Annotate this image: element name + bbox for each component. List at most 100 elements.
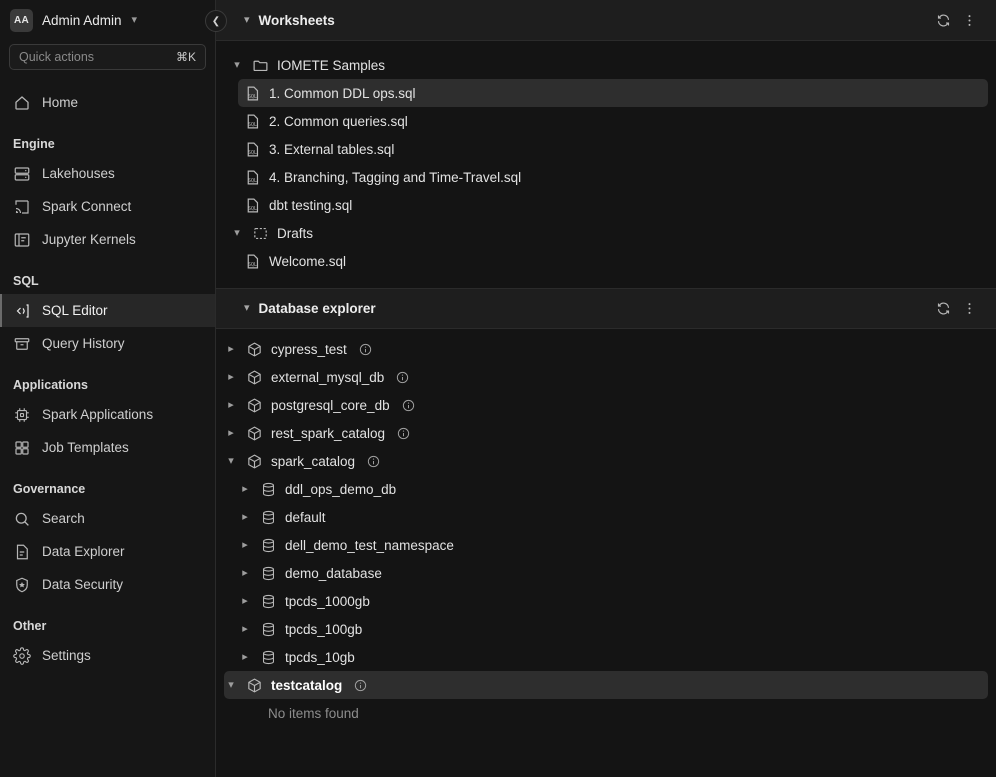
- database-icon: [260, 509, 277, 526]
- chevron-right-icon[interactable]: ▸: [238, 567, 252, 579]
- quick-actions-input[interactable]: Quick actions ⌘K: [9, 44, 206, 70]
- drafts-icon: [252, 225, 269, 242]
- tree-item-folder[interactable]: ▾ IOMETE Samples: [224, 51, 988, 79]
- sidebar-item-job-templates[interactable]: Job Templates: [0, 431, 215, 464]
- tree-item-database[interactable]: ▸ default: [238, 503, 988, 531]
- tree-item-database[interactable]: ▸ tpcds_1000gb: [238, 587, 988, 615]
- tree-item-drafts[interactable]: ▾ Drafts: [224, 219, 988, 247]
- worksheets-panel: ▾ Worksheets ▾ IOMETE Samples SQL 1. Com…: [216, 0, 996, 288]
- tree-item-worksheet[interactable]: SQL Welcome.sql: [238, 247, 988, 275]
- chevron-down-icon: ▾: [131, 14, 138, 26]
- sidebar-item-label: Query History: [42, 336, 125, 351]
- sidebar-item-label: Job Templates: [42, 440, 129, 455]
- chevron-down-icon[interactable]: ▾: [230, 59, 244, 71]
- chevron-down-icon[interactable]: ▾: [244, 303, 250, 314]
- chevron-right-icon[interactable]: ▸: [238, 483, 252, 495]
- tree-item-worksheet[interactable]: SQL 3. External tables.sql: [238, 135, 988, 163]
- chevron-right-icon[interactable]: ▸: [238, 539, 252, 551]
- info-icon[interactable]: [367, 455, 380, 468]
- sidebar-item-lakehouses[interactable]: Lakehouses: [0, 157, 215, 190]
- sidebar-collapse-button[interactable]: ❮: [205, 10, 227, 32]
- refresh-icon[interactable]: [930, 7, 956, 33]
- quick-actions-placeholder: Quick actions: [19, 50, 95, 64]
- database-explorer-header: ▾ Database explorer: [216, 288, 996, 329]
- sidebar-item-data-security[interactable]: Data Security: [0, 568, 215, 601]
- chevron-down-icon[interactable]: ▾: [224, 679, 238, 691]
- sidebar-item-sql-editor[interactable]: SQL Editor: [0, 294, 215, 327]
- catalog-icon: [246, 453, 263, 470]
- tree-item-catalog[interactable]: ▸ external_mysql_db: [224, 363, 988, 391]
- avatar: AA: [10, 9, 33, 32]
- chevron-right-icon[interactable]: ▸: [224, 343, 238, 355]
- sidebar-item-spark-applications[interactable]: Spark Applications: [0, 398, 215, 431]
- tree-item-label: postgresql_core_db: [271, 397, 390, 413]
- sidebar-item-data-explorer[interactable]: Data Explorer: [0, 535, 215, 568]
- sidebar-item-query-history[interactable]: Query History: [0, 327, 215, 360]
- tree-item-database[interactable]: ▸ dell_demo_test_namespace: [238, 531, 988, 559]
- tree-item-catalog[interactable]: ▸ rest_spark_catalog: [224, 419, 988, 447]
- tree-item-database[interactable]: ▸ tpcds_100gb: [238, 615, 988, 643]
- tree-item-label: dbt testing.sql: [269, 197, 353, 213]
- info-icon[interactable]: [396, 371, 409, 384]
- catalog-icon: [246, 677, 263, 694]
- tree-item-label: tpcds_10gb: [285, 649, 355, 665]
- chevron-right-icon[interactable]: ▸: [224, 371, 238, 383]
- tree-item-label: tpcds_100gb: [285, 621, 363, 637]
- sidebar-item-label: SQL Editor: [42, 303, 108, 318]
- sidebar-section-sql: SQL: [13, 274, 39, 288]
- tree-item-catalog[interactable]: ▾ testcatalog: [224, 671, 988, 699]
- info-icon[interactable]: [354, 679, 367, 692]
- app-root: AA Admin Admin ▾ Quick actions ⌘K Home E…: [0, 0, 996, 777]
- gear-icon: [13, 646, 31, 665]
- chevron-right-icon[interactable]: ▸: [238, 511, 252, 523]
- tree-item-database[interactable]: ▸ ddl_ops_demo_db: [238, 475, 988, 503]
- cpu-icon: [13, 406, 31, 424]
- sidebar-nav: Home Engine Lakehouses Spark Connect Jup…: [0, 86, 215, 672]
- chevron-right-icon[interactable]: ▸: [224, 427, 238, 439]
- tree-item-database[interactable]: ▸ tpcds_10gb: [238, 643, 988, 671]
- tree-item-database[interactable]: ▸ demo_database: [238, 559, 988, 587]
- refresh-icon[interactable]: [930, 296, 956, 322]
- chevron-down-icon[interactable]: ▾: [230, 227, 244, 239]
- sidebar-item-search[interactable]: Search: [0, 502, 215, 535]
- more-vertical-icon[interactable]: [956, 296, 982, 322]
- tree-item-label: demo_database: [285, 565, 382, 581]
- tree-item-worksheet[interactable]: SQL 4. Branching, Tagging and Time-Trave…: [238, 163, 988, 191]
- tree-item-worksheet[interactable]: SQL dbt testing.sql: [238, 191, 988, 219]
- info-icon[interactable]: [402, 399, 415, 412]
- chevron-right-icon[interactable]: ▸: [224, 399, 238, 411]
- sidebar-item-settings[interactable]: Settings: [0, 639, 215, 672]
- info-icon[interactable]: [397, 427, 410, 440]
- database-icon: [260, 593, 277, 610]
- main-content: ▾ Worksheets ▾ IOMETE Samples SQL 1. Com…: [216, 0, 996, 777]
- sidebar-item-spark-connect[interactable]: Spark Connect: [0, 190, 215, 223]
- chevron-down-icon[interactable]: ▾: [244, 14, 250, 26]
- database-icon: [260, 481, 277, 498]
- info-icon[interactable]: [359, 343, 372, 356]
- tree-item-label: 4. Branching, Tagging and Time-Travel.sq…: [269, 169, 522, 185]
- chevron-right-icon[interactable]: ▸: [238, 623, 252, 635]
- sidebar-item-label: Data Explorer: [42, 544, 125, 559]
- search-icon: [13, 510, 31, 528]
- svg-text:SQL: SQL: [248, 149, 257, 155]
- sidebar-item-label: Jupyter Kernels: [42, 232, 136, 247]
- sidebar-item-home[interactable]: Home: [0, 86, 215, 119]
- tree-item-catalog[interactable]: ▸ postgresql_core_db: [224, 391, 988, 419]
- tree-item-worksheet[interactable]: SQL 1. Common DDL ops.sql: [238, 79, 988, 107]
- user-menu[interactable]: AA Admin Admin ▾: [0, 0, 215, 41]
- worksheets-header: ▾ Worksheets: [216, 0, 996, 41]
- chevron-down-icon[interactable]: ▾: [224, 455, 238, 467]
- grid-icon: [13, 439, 31, 457]
- tree-item-worksheet[interactable]: SQL 2. Common queries.sql: [238, 107, 988, 135]
- tree-item-label: rest_spark_catalog: [271, 425, 386, 441]
- tree-item-catalog[interactable]: ▸ cypress_test: [224, 335, 988, 363]
- tree-item-catalog[interactable]: ▾ spark_catalog: [224, 447, 988, 475]
- code-icon: [13, 302, 31, 320]
- more-vertical-icon[interactable]: [956, 7, 982, 33]
- chevron-right-icon[interactable]: ▸: [238, 595, 252, 607]
- sidebar-item-jupyter-kernels[interactable]: Jupyter Kernels: [0, 223, 215, 256]
- sidebar-item-label: Lakehouses: [42, 166, 115, 181]
- chevron-right-icon[interactable]: ▸: [238, 651, 252, 663]
- sidebar-item-label: Search: [42, 511, 85, 526]
- tree-item-label: testcatalog: [271, 677, 343, 693]
